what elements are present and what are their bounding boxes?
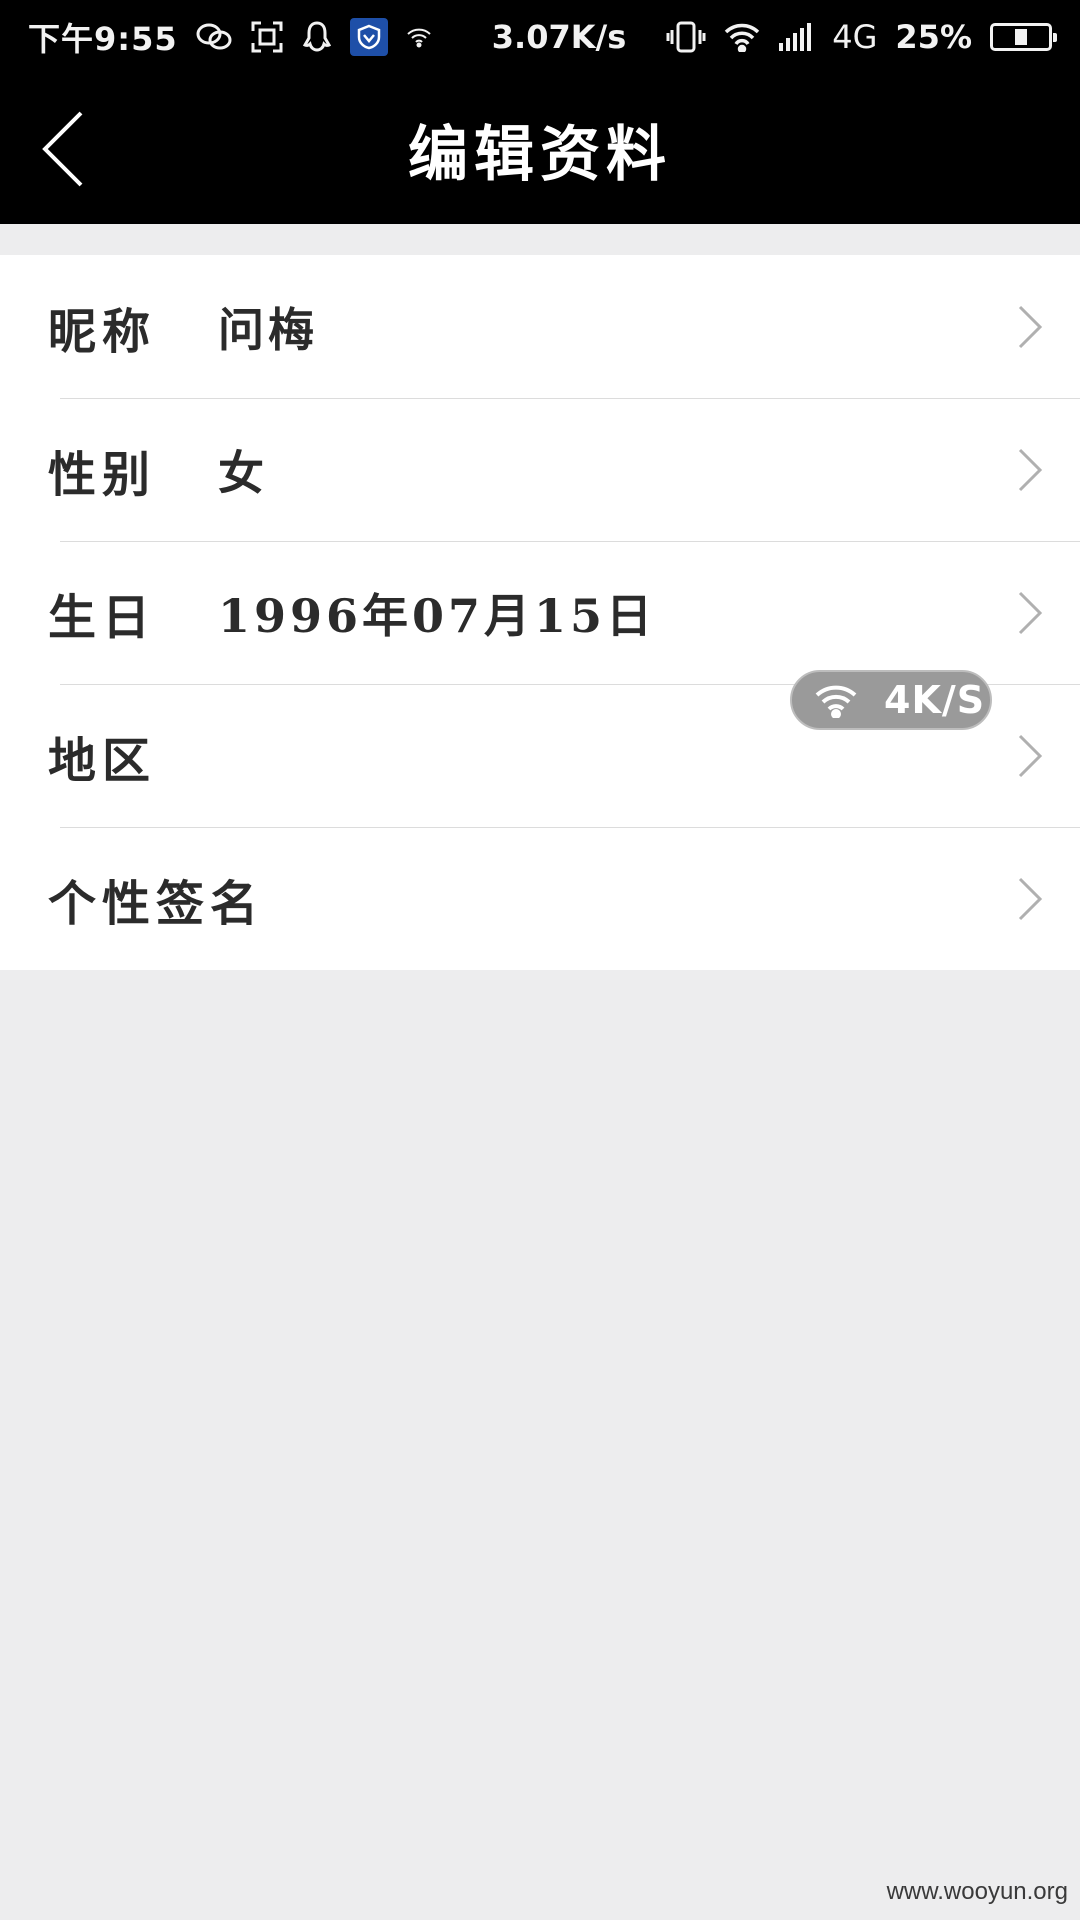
chevron-right-icon [1018, 734, 1043, 777]
profile-list: 昵称 问梅 性别 女 生日 1996年07月15日 地区 个性签名 [0, 255, 1080, 970]
row-nickname[interactable]: 昵称 问梅 [0, 255, 1080, 398]
row-label: 昵称 [48, 303, 157, 360]
row-signature[interactable]: 个性签名 [0, 827, 1080, 970]
row-label: 性别 [48, 446, 157, 503]
screenshot-icon [250, 20, 284, 54]
shield-icon [349, 18, 388, 56]
vibrate-icon [666, 20, 706, 54]
watermark: www.wooyun.org [886, 1878, 1068, 1905]
row-birthday[interactable]: 生日 1996年07月15日 [0, 541, 1080, 684]
chevron-right-icon [1018, 448, 1043, 491]
speed-text: 4K/S [884, 678, 986, 722]
signal-icon [778, 23, 814, 51]
row-label: 地区 [48, 732, 157, 789]
chat-icon [196, 22, 232, 52]
status-bar: 下午9:55 3.07K/s 4G 25% [0, 0, 1080, 74]
row-value: 问梅 [218, 302, 318, 357]
net-speed: 3.07K/s [491, 18, 627, 56]
chevron-right-icon [1018, 877, 1043, 920]
wifi-icon [724, 22, 760, 52]
wifi-icon [815, 685, 857, 718]
chevron-right-icon [1018, 591, 1043, 634]
qq-icon [302, 20, 332, 54]
status-left: 下午9:55 [28, 14, 432, 60]
chevron-right-icon [1018, 305, 1043, 348]
network-type: 4G [832, 18, 878, 56]
battery-fill [1014, 29, 1028, 45]
row-gender[interactable]: 性别 女 [0, 398, 1080, 541]
header-bar: 编辑资料 [0, 74, 1080, 224]
row-label: 生日 [48, 589, 157, 646]
wifi-icon [406, 26, 432, 48]
speed-widget[interactable]: 4K/S [790, 670, 992, 730]
row-value: 1996年07月15日 [218, 588, 657, 643]
battery-icon [990, 23, 1057, 51]
row-label: 个性签名 [48, 875, 265, 932]
row-value: 女 [218, 445, 268, 500]
battery-percent: 25% [895, 18, 972, 56]
status-right: 3.07K/s 4G 25% [491, 18, 1057, 56]
page-title: 编辑资料 [408, 119, 672, 190]
status-time: 下午9:55 [28, 20, 178, 58]
